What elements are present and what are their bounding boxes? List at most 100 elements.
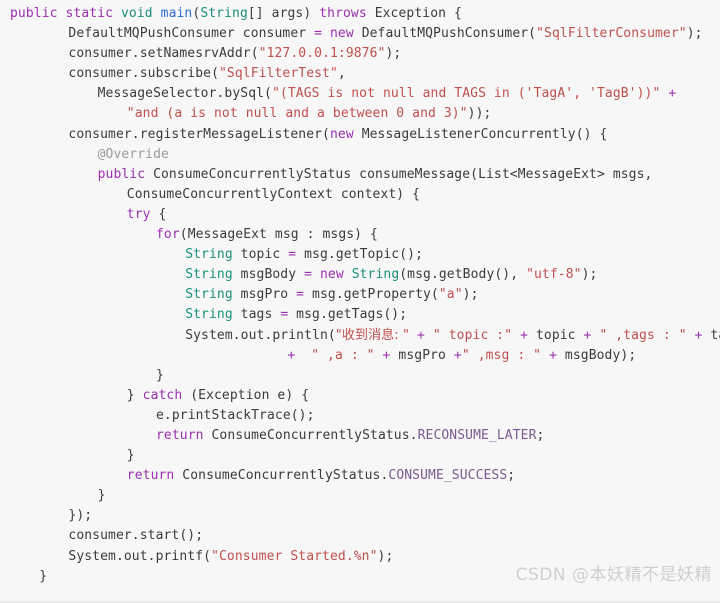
code-token: tags <box>710 327 720 343</box>
code-token: msgPro <box>232 287 297 303</box>
code-token: + <box>520 327 529 343</box>
code-token: void <box>121 6 153 21</box>
code-token: String <box>351 267 400 283</box>
code-token: msg.getTopic(); <box>296 247 424 263</box>
code-token: } <box>156 367 164 383</box>
code-line[interactable]: @Override <box>0 145 720 165</box>
code-line[interactable]: MessageSelector.bySql("(TAGS is not null… <box>0 84 720 104</box>
code-token: "SqlFilterConsumer" <box>536 26 687 42</box>
code-line[interactable]: } catch (Exception e) { <box>0 386 720 406</box>
code-line[interactable]: String msgBody = new String(msg.getBody(… <box>0 265 720 285</box>
code-token: } <box>97 488 106 504</box>
code-token: [] args) <box>247 6 320 21</box>
code-line[interactable]: return ConsumeConcurrentlyStatus.CONSUME… <box>0 466 720 486</box>
code-token: } <box>126 387 143 403</box>
code-token: new <box>329 126 354 142</box>
code-line[interactable]: System.out.println("收到消息: " + " topic :"… <box>0 326 720 346</box>
code-token: msg.getProperty( <box>304 287 439 303</box>
code-token: "a" <box>438 287 463 303</box>
code-token: + <box>453 347 462 363</box>
code-block[interactable]: public static void main(String[] args) t… <box>0 0 720 603</box>
code-token: "(TAGS is not null and TAGS in ('TagA', … <box>271 86 661 102</box>
code-token: " ,msg : " <box>461 347 542 363</box>
code-token: catch <box>142 387 183 403</box>
code-token: RECONSUME_LATER <box>417 427 537 443</box>
code-token: static <box>65 6 114 21</box>
code-line[interactable]: consumer.start(); <box>0 526 720 546</box>
code-token: String <box>185 267 233 283</box>
code-token: Exception { <box>366 6 462 21</box>
code-token: ConsumeConcurrentlyStatus. <box>203 427 418 443</box>
code-token: ); <box>462 287 479 303</box>
code-token: + <box>549 347 557 363</box>
code-line[interactable]: return ConsumeConcurrentlyStatus.RECONSU… <box>0 426 720 446</box>
code-line[interactable]: public ConsumeConcurrentlyStatus consume… <box>0 165 720 185</box>
code-token: ConsumeConcurrentlyStatus consumeMessage… <box>145 166 653 182</box>
code-token: topic <box>232 247 289 263</box>
code-token: msgBody); <box>557 347 637 363</box>
code-token: new <box>330 26 354 42</box>
code-line[interactable]: for(MessageExt msg : msgs) { <box>0 225 720 245</box>
code-token: msgBody <box>232 267 305 283</box>
code-token: ConsumeConcurrentlyStatus. <box>174 468 389 484</box>
code-token: public <box>97 166 146 182</box>
code-token: e.printStackTrace(); <box>156 407 315 423</box>
code-token: DefaultMQPushConsumer consumer <box>68 26 315 42</box>
code-line[interactable]: ConsumeConcurrentlyContext context) { <box>0 185 720 205</box>
code-token: ConsumeConcurrentlyContext context) { <box>126 186 421 202</box>
code-token: " ,tags : " <box>599 327 687 343</box>
code-line[interactable]: DefaultMQPushConsumer consumer = new Def… <box>0 24 720 44</box>
code-token: MessageSelector.bySql( <box>97 86 272 102</box>
code-token: new <box>319 267 344 283</box>
code-token: " topic :" <box>432 327 513 343</box>
code-token: topic <box>528 327 584 343</box>
code-token: "收到消息: " <box>335 327 410 343</box>
code-line[interactable]: } <box>0 366 720 386</box>
code-line[interactable]: consumer.setNamesrvAddr("127.0.0.1:9876"… <box>0 44 720 64</box>
code-line[interactable]: String topic = msg.getTopic(); <box>0 245 720 265</box>
code-line[interactable]: consumer.registerMessageListener(new Mes… <box>0 125 720 145</box>
code-line[interactable]: + " ,a : " + msgPro +" ,msg : " + msgBod… <box>0 346 720 366</box>
code-token: System.out.printf( <box>68 548 212 564</box>
code-token: String <box>185 307 233 323</box>
code-token: )); <box>467 106 492 122</box>
code-token: = <box>296 287 305 303</box>
code-line[interactable]: "and (a is not null and a between 0 and … <box>0 104 720 124</box>
code-token: main <box>160 6 193 21</box>
code-line[interactable]: consumer.subscribe("SqlFilterTest", <box>0 64 720 84</box>
code-line[interactable]: try { <box>0 205 720 225</box>
code-token: throws <box>319 6 367 21</box>
code-token: = <box>304 267 313 283</box>
code-line[interactable]: }); <box>0 506 720 526</box>
code-token: = <box>288 247 297 263</box>
code-token: " ,a : " <box>311 347 375 363</box>
code-token: "utf-8" <box>526 267 582 283</box>
code-token: "and (a is not null and a between 0 and … <box>126 106 468 122</box>
code-token: ); <box>377 548 394 564</box>
code-token: ; <box>507 468 516 484</box>
code-line[interactable]: public static void main(String[] args) t… <box>0 4 720 24</box>
code-token: return <box>126 468 175 484</box>
code-line[interactable]: String msgPro = msg.getProperty("a"); <box>0 285 720 305</box>
code-token: tags <box>232 307 281 323</box>
code-token: (Exception e) { <box>182 387 310 403</box>
code-line[interactable]: String tags = msg.getTags(); <box>0 305 720 325</box>
code-token: consumer.subscribe( <box>68 66 219 82</box>
code-token: return <box>156 427 204 443</box>
code-token: + <box>694 327 703 343</box>
code-token: ); <box>686 26 703 42</box>
code-token: try <box>126 206 151 222</box>
code-line[interactable]: e.printStackTrace(); <box>0 406 720 426</box>
code-line[interactable]: } <box>0 446 720 466</box>
code-token: public <box>10 6 58 21</box>
code-line[interactable]: } <box>0 486 720 506</box>
